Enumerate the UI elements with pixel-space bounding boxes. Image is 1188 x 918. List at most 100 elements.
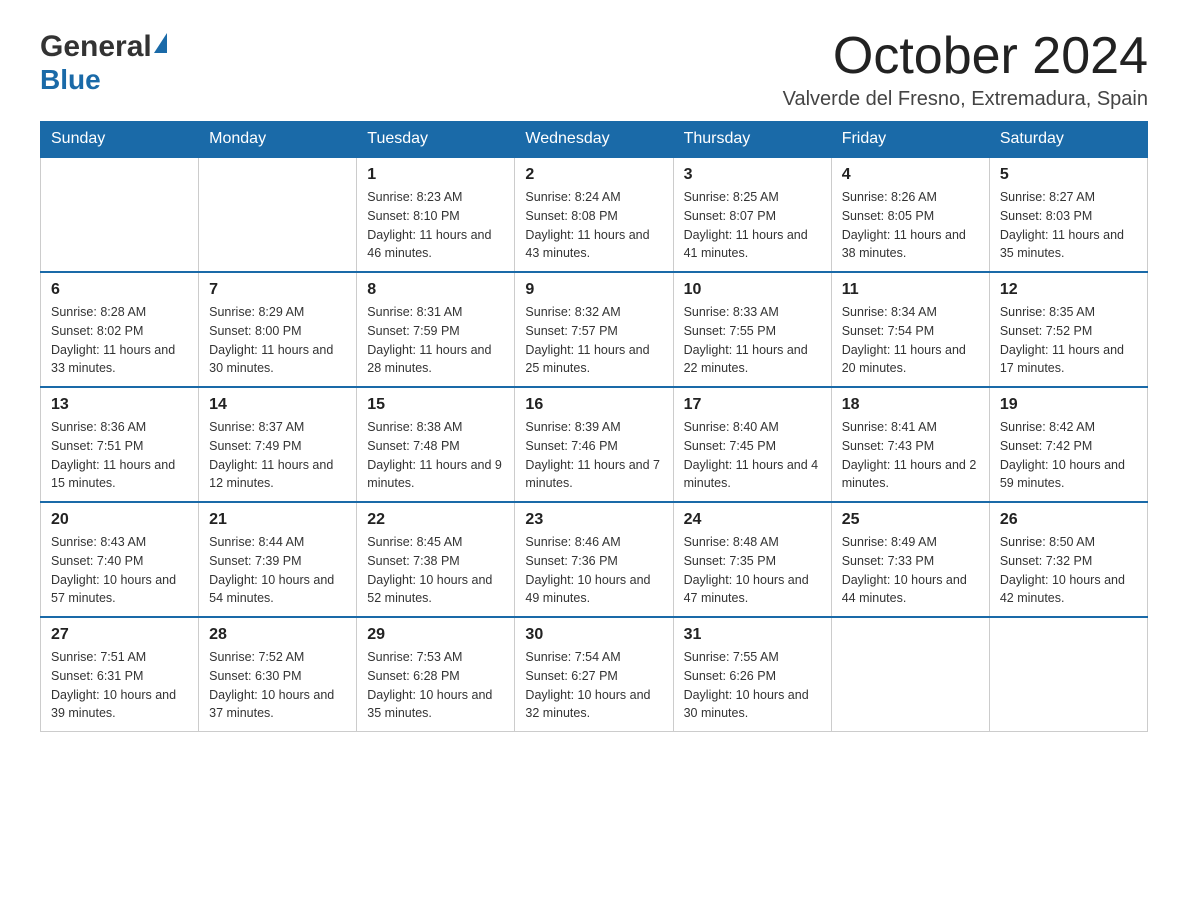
day-of-week-header: Saturday	[989, 122, 1147, 158]
day-info: Sunrise: 8:25 AM Sunset: 8:07 PM Dayligh…	[684, 188, 821, 263]
calendar-table: SundayMondayTuesdayWednesdayThursdayFrid…	[40, 121, 1148, 732]
day-number: 23	[525, 511, 662, 529]
calendar-cell: 16 Sunrise: 8:39 AM Sunset: 7:46 PM Dayli…	[515, 387, 673, 502]
calendar-cell: 15Sunrise: 8:38 AM Sunset: 7:48 PM Dayli…	[357, 387, 515, 502]
calendar-week-row: 13 Sunrise: 8:36 AM Sunset: 7:51 PM Dayli…	[41, 387, 1148, 502]
calendar-cell: 30 Sunrise: 7:54 AM Sunset: 6:27 PM Dayli…	[515, 617, 673, 732]
day-info: Sunrise: 8:45 AM Sunset: 7:38 PM Dayligh…	[367, 533, 504, 608]
day-number: 18	[842, 396, 979, 414]
title-block: October 2024 Valverde del Fresno, Extrem…	[783, 30, 1148, 111]
logo-arrow-icon	[154, 33, 167, 53]
day-of-week-header: Wednesday	[515, 122, 673, 158]
day-info: Sunrise: 8:42 AM Sunset: 7:42 PM Dayligh…	[1000, 418, 1137, 493]
day-number: 8	[367, 281, 504, 299]
calendar-cell: 6 Sunrise: 8:28 AM Sunset: 8:02 PM Daylig…	[41, 272, 199, 387]
day-info: Sunrise: 8:29 AM Sunset: 8:00 PM Dayligh…	[209, 303, 346, 378]
calendar-cell: 1Sunrise: 8:23 AM Sunset: 8:10 PM Daylig…	[357, 157, 515, 272]
day-number: 12	[1000, 281, 1137, 299]
day-number: 27	[51, 626, 188, 644]
calendar-cell: 8 Sunrise: 8:31 AM Sunset: 7:59 PM Daylig…	[357, 272, 515, 387]
day-info: Sunrise: 8:40 AM Sunset: 7:45 PM Dayligh…	[684, 418, 821, 493]
calendar-cell: 9 Sunrise: 8:32 AM Sunset: 7:57 PM Daylig…	[515, 272, 673, 387]
calendar-cell: 4 Sunrise: 8:26 AM Sunset: 8:05 PM Daylig…	[831, 157, 989, 272]
day-number: 17	[684, 396, 821, 414]
day-info: Sunrise: 8:39 AM Sunset: 7:46 PM Dayligh…	[525, 418, 662, 493]
calendar-cell: 25Sunrise: 8:49 AM Sunset: 7:33 PM Dayli…	[831, 502, 989, 617]
day-of-week-header: Tuesday	[357, 122, 515, 158]
day-number: 25	[842, 511, 979, 529]
calendar-header-row: SundayMondayTuesdayWednesdayThursdayFrid…	[41, 122, 1148, 158]
logo-general-text: General	[40, 30, 152, 64]
location-title: Valverde del Fresno, Extremadura, Spain	[783, 88, 1148, 111]
day-info: Sunrise: 8:32 AM Sunset: 7:57 PM Dayligh…	[525, 303, 662, 378]
calendar-cell	[989, 617, 1147, 732]
calendar-cell: 29Sunrise: 7:53 AM Sunset: 6:28 PM Dayli…	[357, 617, 515, 732]
day-info: Sunrise: 7:55 AM Sunset: 6:26 PM Dayligh…	[684, 648, 821, 723]
day-number: 30	[525, 626, 662, 644]
calendar-cell: 24Sunrise: 8:48 AM Sunset: 7:35 PM Dayli…	[673, 502, 831, 617]
calendar-cell: 17 Sunrise: 8:40 AM Sunset: 7:45 PM Dayli…	[673, 387, 831, 502]
calendar-cell: 12 Sunrise: 8:35 AM Sunset: 7:52 PM Dayli…	[989, 272, 1147, 387]
day-number: 6	[51, 281, 188, 299]
day-number: 24	[684, 511, 821, 529]
calendar-week-row: 1Sunrise: 8:23 AM Sunset: 8:10 PM Daylig…	[41, 157, 1148, 272]
day-info: Sunrise: 7:51 AM Sunset: 6:31 PM Dayligh…	[51, 648, 188, 723]
logo-blue-text: Blue	[40, 64, 101, 95]
day-info: Sunrise: 8:26 AM Sunset: 8:05 PM Dayligh…	[842, 188, 979, 263]
page-header: General Blue October 2024 Valverde del F…	[40, 30, 1148, 111]
calendar-cell: 18 Sunrise: 8:41 AM Sunset: 7:43 PM Dayli…	[831, 387, 989, 502]
calendar-cell: 11Sunrise: 8:34 AM Sunset: 7:54 PM Dayli…	[831, 272, 989, 387]
calendar-cell: 19 Sunrise: 8:42 AM Sunset: 7:42 PM Dayli…	[989, 387, 1147, 502]
day-info: Sunrise: 8:31 AM Sunset: 7:59 PM Dayligh…	[367, 303, 504, 378]
day-info: Sunrise: 8:36 AM Sunset: 7:51 PM Dayligh…	[51, 418, 188, 493]
day-number: 10	[684, 281, 821, 299]
day-info: Sunrise: 7:54 AM Sunset: 6:27 PM Dayligh…	[525, 648, 662, 723]
calendar-cell: 27 Sunrise: 7:51 AM Sunset: 6:31 PM Dayli…	[41, 617, 199, 732]
day-number: 15	[367, 396, 504, 414]
day-number: 21	[209, 511, 346, 529]
day-number: 28	[209, 626, 346, 644]
month-title: October 2024	[783, 30, 1148, 82]
calendar-week-row: 6 Sunrise: 8:28 AM Sunset: 8:02 PM Daylig…	[41, 272, 1148, 387]
day-info: Sunrise: 8:24 AM Sunset: 8:08 PM Dayligh…	[525, 188, 662, 263]
day-info: Sunrise: 8:44 AM Sunset: 7:39 PM Dayligh…	[209, 533, 346, 608]
calendar-cell	[41, 157, 199, 272]
calendar-cell: 22Sunrise: 8:45 AM Sunset: 7:38 PM Dayli…	[357, 502, 515, 617]
day-info: Sunrise: 8:34 AM Sunset: 7:54 PM Dayligh…	[842, 303, 979, 378]
calendar-cell: 20Sunrise: 8:43 AM Sunset: 7:40 PM Dayli…	[41, 502, 199, 617]
day-info: Sunrise: 8:27 AM Sunset: 8:03 PM Dayligh…	[1000, 188, 1137, 263]
calendar-cell: 21 Sunrise: 8:44 AM Sunset: 7:39 PM Dayli…	[199, 502, 357, 617]
calendar-cell: 10 Sunrise: 8:33 AM Sunset: 7:55 PM Dayli…	[673, 272, 831, 387]
day-number: 13	[51, 396, 188, 414]
day-number: 29	[367, 626, 504, 644]
calendar-cell	[199, 157, 357, 272]
calendar-cell: 2Sunrise: 8:24 AM Sunset: 8:08 PM Daylig…	[515, 157, 673, 272]
calendar-cell: 31Sunrise: 7:55 AM Sunset: 6:26 PM Dayli…	[673, 617, 831, 732]
day-info: Sunrise: 8:43 AM Sunset: 7:40 PM Dayligh…	[51, 533, 188, 608]
day-of-week-header: Thursday	[673, 122, 831, 158]
day-info: Sunrise: 8:23 AM Sunset: 8:10 PM Dayligh…	[367, 188, 504, 263]
day-info: Sunrise: 7:52 AM Sunset: 6:30 PM Dayligh…	[209, 648, 346, 723]
day-info: Sunrise: 8:28 AM Sunset: 8:02 PM Dayligh…	[51, 303, 188, 378]
calendar-cell	[831, 617, 989, 732]
day-info: Sunrise: 8:41 AM Sunset: 7:43 PM Dayligh…	[842, 418, 979, 493]
day-of-week-header: Sunday	[41, 122, 199, 158]
day-of-week-header: Friday	[831, 122, 989, 158]
day-info: Sunrise: 8:50 AM Sunset: 7:32 PM Dayligh…	[1000, 533, 1137, 608]
day-info: Sunrise: 8:35 AM Sunset: 7:52 PM Dayligh…	[1000, 303, 1137, 378]
calendar-cell: 7 Sunrise: 8:29 AM Sunset: 8:00 PM Daylig…	[199, 272, 357, 387]
day-number: 7	[209, 281, 346, 299]
calendar-cell: 5 Sunrise: 8:27 AM Sunset: 8:03 PM Daylig…	[989, 157, 1147, 272]
calendar-cell: 14Sunrise: 8:37 AM Sunset: 7:49 PM Dayli…	[199, 387, 357, 502]
day-number: 5	[1000, 166, 1137, 184]
day-number: 16	[525, 396, 662, 414]
day-number: 9	[525, 281, 662, 299]
day-number: 19	[1000, 396, 1137, 414]
day-of-week-header: Monday	[199, 122, 357, 158]
day-info: Sunrise: 8:46 AM Sunset: 7:36 PM Dayligh…	[525, 533, 662, 608]
day-info: Sunrise: 8:37 AM Sunset: 7:49 PM Dayligh…	[209, 418, 346, 493]
day-number: 4	[842, 166, 979, 184]
day-info: Sunrise: 8:33 AM Sunset: 7:55 PM Dayligh…	[684, 303, 821, 378]
calendar-cell: 13 Sunrise: 8:36 AM Sunset: 7:51 PM Dayli…	[41, 387, 199, 502]
calendar-cell: 26Sunrise: 8:50 AM Sunset: 7:32 PM Dayli…	[989, 502, 1147, 617]
